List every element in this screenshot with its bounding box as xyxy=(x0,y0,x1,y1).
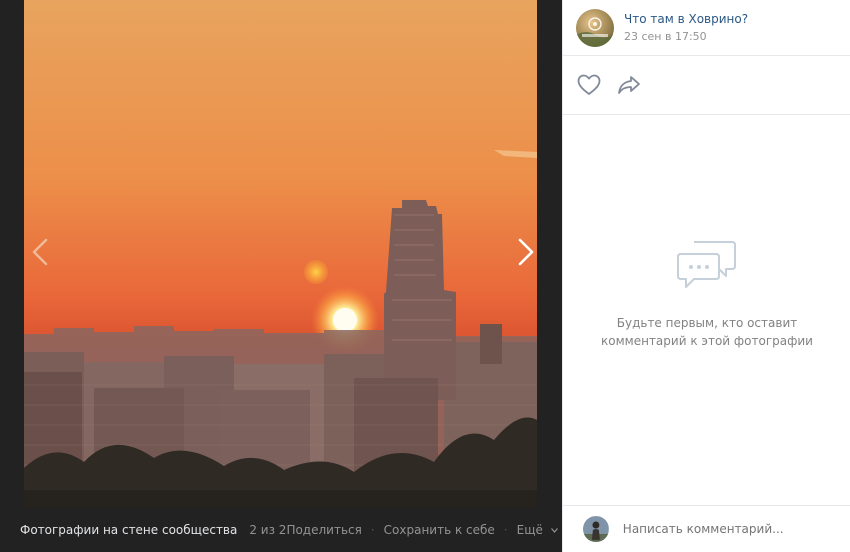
chevron-down-icon xyxy=(550,528,558,533)
user-avatar[interactable] xyxy=(583,516,609,542)
post-date[interactable]: 23 сен в 17:50 xyxy=(624,30,748,44)
empty-comments-line2: комментарий к этой фотографии xyxy=(601,334,813,348)
post-header-text: Что там в Ховрино? 23 сен в 17:50 xyxy=(624,11,748,44)
empty-comments: Будьте первым, кто оставит комментарий к… xyxy=(563,236,850,350)
chevron-right-icon[interactable] xyxy=(510,232,540,272)
viewer-bottom-bar: Фотографии на стене сообщества 2 из 2 По… xyxy=(0,508,562,552)
separator-dot: · xyxy=(503,523,508,537)
more-label: Ещё xyxy=(516,523,543,537)
photo-viewer: Фотографии на стене сообщества 2 из 2 По… xyxy=(0,0,562,552)
share-link[interactable]: Поделиться xyxy=(286,523,361,537)
empty-comments-line1: Будьте первым, кто оставит xyxy=(616,316,798,330)
photo[interactable] xyxy=(24,0,537,508)
share-arrow-icon[interactable] xyxy=(617,75,641,95)
separator-dot: · xyxy=(370,523,375,537)
comment-composer xyxy=(563,505,850,552)
comment-input[interactable] xyxy=(622,522,850,536)
reactions-bar xyxy=(563,56,850,115)
chat-bubbles-icon xyxy=(677,241,736,288)
album-title[interactable]: Фотографии на стене сообщества xyxy=(20,523,237,537)
chevron-left-icon[interactable] xyxy=(26,232,56,272)
heart-icon[interactable] xyxy=(577,74,601,96)
photo-counter: 2 из 2 xyxy=(249,523,287,537)
viewer-actions: Поделиться · Сохранить к себе · Ещё xyxy=(286,523,577,537)
empty-comments-text: Будьте первым, кто оставит комментарий к… xyxy=(563,314,850,350)
save-link[interactable]: Сохранить к себе xyxy=(384,523,495,537)
group-avatar[interactable] xyxy=(576,8,614,47)
post-header: Что там в Ховрино? 23 сен в 17:50 xyxy=(563,0,850,56)
post-panel: Что там в Ховрино? 23 сен в 17:50 Будьте… xyxy=(562,0,850,552)
group-name-link[interactable]: Что там в Ховрино? xyxy=(624,11,748,27)
more-button[interactable]: Ещё xyxy=(517,523,558,537)
